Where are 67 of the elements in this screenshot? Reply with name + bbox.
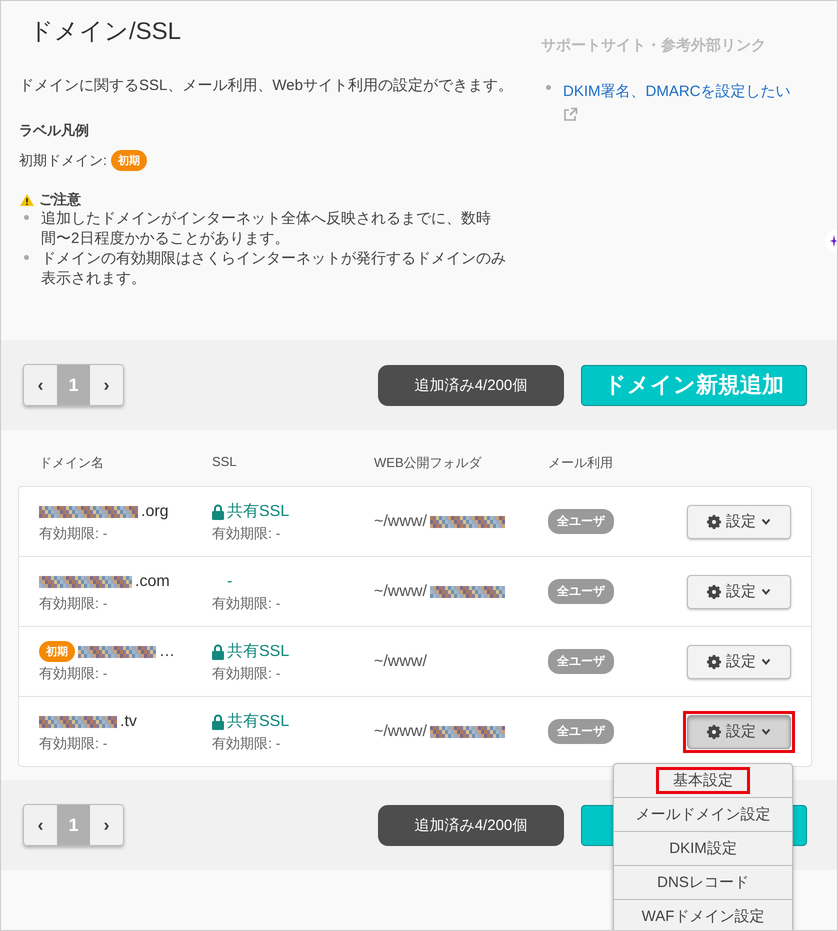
domain-name: .tv [120,712,137,730]
column-header: ドメイン名 [39,454,105,472]
next-page-button[interactable]: › [90,365,123,405]
settings-icon [707,724,721,738]
mail-badge: 全ユーザ [548,719,614,744]
expiry-text: 有効期限: - [212,594,282,612]
caret-icon [761,518,771,526]
previous-page-button[interactable]: ‹ [24,365,57,405]
domain-name: .com [135,572,170,590]
support-heading: サポートサイト・参考外部リンク [541,36,767,55]
initial-badge: 初期 [39,641,75,662]
settings-button[interactable]: 設定 [687,714,791,748]
settings-icon [707,584,721,598]
expiry-text: 有効期限: - [39,734,108,752]
settings-icon [707,654,721,668]
settings-icon [707,514,721,528]
domain-count-label: 追加済み4/200個 [378,804,564,846]
expiry-text: 有効期限: - [39,664,108,682]
domain-name: .org [141,502,169,520]
notice-text: ドメインの有効期限はさくらインターネットが発行するドメインのみ表示されます。 [41,249,507,289]
folder-path: ~/www/ [374,582,427,600]
menu-item[interactable]: 基本設定 [614,764,792,796]
folder-path: ~/www/ [374,512,427,530]
expiry-text: 有効期限: - [39,594,108,612]
settings-button[interactable]: 設定 [687,574,791,608]
bullet-icon [24,255,29,260]
ssl-status: - [226,572,232,590]
caret-icon [761,658,771,666]
legend-heading: ラベル凡例 [19,122,90,140]
settings-button[interactable]: 設定 [687,644,791,678]
ssl-status: 共有SSL [227,712,290,732]
column-header: メール利用 [548,454,614,472]
notice-heading: ご注意 [39,191,81,209]
caret-icon [761,588,771,596]
previous-page-button[interactable]: ‹ [24,805,57,845]
support-link[interactable]: DKIM署名、DMARCを設定したい [563,83,790,100]
menu-item[interactable]: メールドメイン設定 [614,796,792,830]
mail-badge: 全ユーザ [548,649,614,674]
description-text: ドメインに関するSSL、メール利用、Webサイト利用の設定ができます。 [19,76,514,96]
page-title: ドメイン/SSL [29,17,182,47]
domain-count-label: 追加済み4/200個 [378,364,564,406]
settings-button[interactable]: 設定 [687,504,791,538]
mail-badge: 全ユーザ [548,579,614,604]
expiry-text: 有効期限: - [212,524,282,542]
folder-path: ~/www/ [374,722,427,740]
caret-icon [761,728,771,736]
next-page-button[interactable]: › [90,805,123,845]
warning-icon [19,193,35,207]
legend-label: 初期ドメイン: [19,152,107,170]
ssl-status: 共有SSL [227,502,290,522]
expiry-text: 有効期限: - [39,524,108,542]
column-header: WEB公開フォルダ [374,454,483,472]
column-header: SSL [212,454,238,471]
expiry-text: 有効期限: - [212,734,282,752]
menu-item[interactable]: DNSレコード [614,864,792,898]
menu-item[interactable]: WAFドメイン設定 [614,898,792,930]
expiry-text: 有効期限: - [212,664,282,682]
initial-badge: 初期 [110,150,147,171]
domain-name: … [159,642,175,660]
mail-badge: 全ユーザ [548,509,614,534]
ssl-status: 共有SSL [227,642,290,662]
folder-path: ~/www/ [374,652,427,670]
menu-item[interactable]: DKIM設定 [614,830,792,864]
highlight-frame: 基本設定 [656,766,750,794]
notice-text: 追加したドメインがインターネット全体へ反映されるまでに、数時間〜2日程度かかることがあります。 [41,209,492,249]
bullet-icon [24,215,29,220]
bullet-icon [546,85,551,90]
